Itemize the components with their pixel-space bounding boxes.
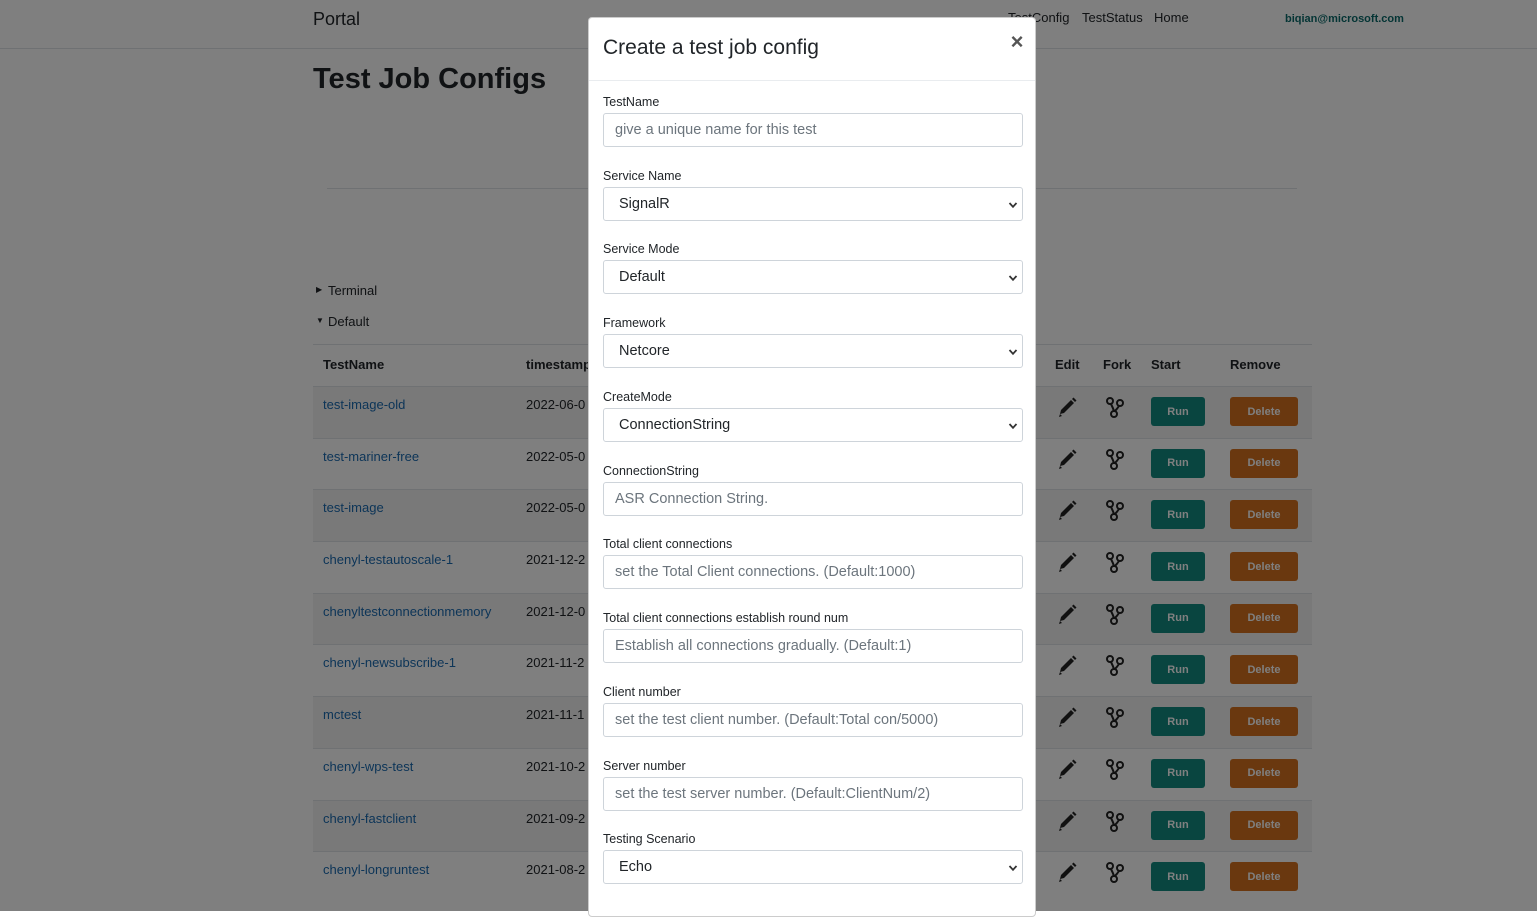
- modal-header: Create a test job config ×: [589, 18, 1035, 81]
- client-number-label: Client number: [603, 685, 681, 699]
- total-connections-input[interactable]: [603, 555, 1023, 589]
- round-num-label: Total client connections establish round…: [603, 611, 849, 625]
- testname-input[interactable]: [603, 113, 1023, 147]
- chevron-down-icon: [1008, 349, 1018, 356]
- service-mode-value: Default: [619, 269, 665, 285]
- chevron-down-icon: [1008, 202, 1018, 209]
- framework-select[interactable]: Netcore: [603, 334, 1023, 368]
- close-button[interactable]: ×: [1007, 29, 1027, 55]
- total-connections-label: Total client connections: [603, 537, 733, 551]
- create-mode-label: CreateMode: [603, 390, 672, 404]
- connection-string-label: ConnectionString: [603, 464, 699, 478]
- server-number-label: Server number: [603, 759, 686, 773]
- connection-string-input[interactable]: [603, 482, 1023, 516]
- server-number-input[interactable]: [603, 777, 1023, 811]
- client-number-input[interactable]: [603, 703, 1023, 737]
- testname-label: TestName: [603, 95, 660, 109]
- create-config-modal: Create a test job config × TestName Serv…: [588, 17, 1036, 917]
- service-name-select[interactable]: SignalR: [603, 187, 1023, 221]
- service-name-label: Service Name: [603, 169, 682, 183]
- scenario-label: Testing Scenario: [603, 832, 696, 846]
- framework-value: Netcore: [619, 343, 670, 359]
- service-mode-select[interactable]: Default: [603, 260, 1023, 294]
- scenario-select[interactable]: Echo: [603, 850, 1023, 884]
- chevron-down-icon: [1008, 423, 1018, 430]
- scenario-value: Echo: [619, 859, 653, 875]
- create-mode-value: ConnectionString: [619, 417, 731, 433]
- create-mode-select[interactable]: ConnectionString: [603, 408, 1023, 442]
- round-num-input[interactable]: [603, 629, 1023, 663]
- chevron-down-icon: [1008, 865, 1018, 872]
- framework-label: Framework: [603, 316, 666, 330]
- modal-title: Create a test job config: [603, 36, 819, 59]
- chevron-down-icon: [1008, 275, 1018, 282]
- service-mode-label: Service Mode: [603, 242, 680, 256]
- service-name-value: SignalR: [619, 196, 670, 212]
